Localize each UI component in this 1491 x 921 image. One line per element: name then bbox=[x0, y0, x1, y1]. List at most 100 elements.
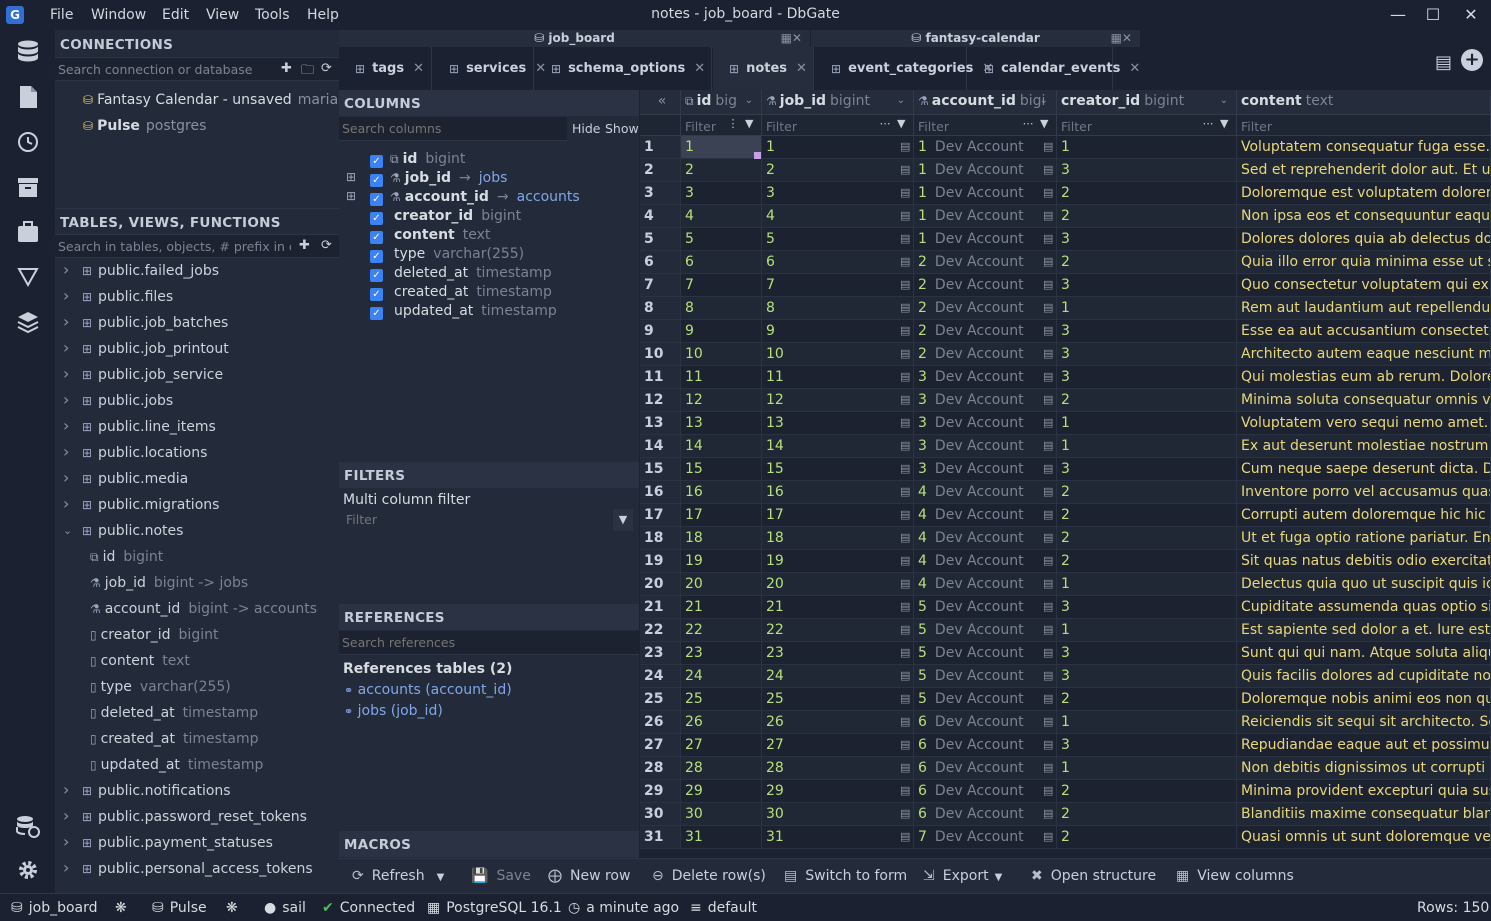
cell-job-id[interactable]: 11 ▤ bbox=[762, 366, 914, 389]
cell-creator-id[interactable]: 1 bbox=[1057, 757, 1237, 780]
lookup-icon[interactable]: ▤ bbox=[900, 669, 910, 682]
cell-content[interactable]: Ut et fuga optio ratione pariatur. Enim bbox=[1237, 527, 1491, 550]
add-tab-icon[interactable]: + bbox=[1461, 49, 1483, 71]
cell-job-id[interactable]: 9 ▤ bbox=[762, 320, 914, 343]
column-header-job-id[interactable]: ⚗ job_id bigint ⌄ bbox=[762, 90, 914, 114]
cell-id[interactable]: 2 bbox=[681, 159, 762, 182]
cell-account-id[interactable]: 2 Dev Account ▤ bbox=[914, 274, 1057, 297]
row-number[interactable]: 26 bbox=[640, 711, 681, 734]
tree-column-item[interactable]: ⚗ job_id bigint -> jobs bbox=[90, 575, 248, 601]
cell-account-id[interactable]: 1 Dev Account ▤ bbox=[914, 136, 1057, 159]
export-button[interactable]: ⇲ Export ▼ bbox=[923, 868, 1002, 884]
cell-content[interactable]: Inventore porro vel accusamus quas q bbox=[1237, 481, 1491, 504]
column-checkbox[interactable]: ✓ bbox=[370, 212, 383, 225]
row-number[interactable]: 9 bbox=[640, 320, 681, 343]
lookup-icon[interactable]: ▤ bbox=[1043, 370, 1053, 383]
column-checkbox[interactable]: ✓ bbox=[370, 174, 383, 187]
lookup-icon[interactable]: ▤ bbox=[1043, 669, 1053, 682]
table-tree-item[interactable]: › ⊞ public.password_reset_tokens bbox=[55, 805, 339, 831]
lookup-icon[interactable]: ▤ bbox=[900, 278, 910, 291]
filter-funnel-icon[interactable]: ▼ bbox=[613, 509, 633, 531]
menu-edit[interactable]: Edit bbox=[162, 7, 189, 23]
lookup-icon[interactable]: ▤ bbox=[1043, 715, 1053, 728]
lookup-icon[interactable]: ▤ bbox=[900, 370, 910, 383]
table-tree-item[interactable]: ⌄ ⊞ public.notes bbox=[55, 519, 339, 545]
cell-content[interactable]: Cupiditate assumenda quas optio sint bbox=[1237, 596, 1491, 619]
cell-account-id[interactable]: 6 Dev Account ▤ bbox=[914, 711, 1057, 734]
cell-account-id[interactable]: 5 Dev Account ▤ bbox=[914, 642, 1057, 665]
row-number[interactable]: 12 bbox=[640, 389, 681, 412]
cell-job-id[interactable]: 7 ▤ bbox=[762, 274, 914, 297]
plugins-icon[interactable] bbox=[15, 219, 41, 245]
cell-id[interactable]: 27 bbox=[681, 734, 762, 757]
cell-account-id[interactable]: 6 Dev Account ▤ bbox=[914, 803, 1057, 826]
archive-icon[interactable] bbox=[15, 174, 41, 200]
lookup-icon[interactable]: ▤ bbox=[900, 761, 910, 774]
database-icon[interactable] bbox=[15, 39, 41, 65]
lookup-icon[interactable]: ▤ bbox=[1043, 439, 1053, 452]
chevron-right-icon[interactable]: › bbox=[63, 494, 69, 513]
cell-content[interactable]: Doloremque nobis animi eos non quid bbox=[1237, 688, 1491, 711]
menu-help[interactable]: Help bbox=[307, 7, 339, 23]
layers-icon[interactable] bbox=[15, 309, 41, 335]
column-header-content[interactable]: content text bbox=[1237, 90, 1491, 114]
tree-column-item[interactable]: ▯ created_at timestamp bbox=[90, 731, 259, 757]
row-number[interactable]: 13 bbox=[640, 412, 681, 435]
lookup-icon[interactable]: ▤ bbox=[1043, 278, 1053, 291]
cell-creator-id[interactable]: 1 bbox=[1057, 412, 1237, 435]
references-search-input[interactable] bbox=[339, 631, 619, 653]
lookup-icon[interactable]: ▤ bbox=[1043, 508, 1053, 521]
cell-content[interactable]: Non ipsa eos et consequuntur eaque v bbox=[1237, 205, 1491, 228]
column-checkbox[interactable]: ✓ bbox=[370, 269, 383, 282]
cell-job-id[interactable]: 6 ▤ bbox=[762, 251, 914, 274]
status-database[interactable]: ⛁ job_board bbox=[11, 900, 98, 916]
column-reference[interactable]: jobs bbox=[479, 170, 508, 186]
tab-tags[interactable]: ⊞ tags ✕ bbox=[339, 47, 432, 90]
cell-job-id[interactable]: 30 ▤ bbox=[762, 803, 914, 826]
cell-creator-id[interactable]: 2 bbox=[1057, 826, 1237, 849]
lookup-icon[interactable]: ▤ bbox=[900, 577, 910, 590]
cell-job-id[interactable]: 31 ▤ bbox=[762, 826, 914, 849]
cell-job-id[interactable]: 5 ▤ bbox=[762, 228, 914, 251]
cell-creator-id[interactable]: 3 bbox=[1057, 596, 1237, 619]
cell-id[interactable]: 22 bbox=[681, 619, 762, 642]
refresh-connections-icon[interactable]: ⟳ bbox=[321, 61, 332, 76]
column-row[interactable]: ✓ ⚗ job_id → jobs bbox=[370, 170, 507, 189]
chevron-down-icon[interactable]: ⌄ bbox=[1040, 95, 1048, 106]
column-reference[interactable]: accounts bbox=[517, 189, 580, 205]
view-columns-button[interactable]: ▦ View columns bbox=[1176, 868, 1294, 884]
cell-account-id[interactable]: 6 Dev Account ▤ bbox=[914, 734, 1057, 757]
tab-schema-options[interactable]: ⊞ schema_options ✕ bbox=[535, 47, 712, 90]
cell-id[interactable]: 15 bbox=[681, 458, 762, 481]
reference-link-accounts[interactable]: ⚭ accounts (account_id) bbox=[344, 682, 512, 698]
cell-account-id[interactable]: 4 Dev Account ▤ bbox=[914, 550, 1057, 573]
lookup-icon[interactable]: ▤ bbox=[900, 692, 910, 705]
chevron-down-icon[interactable]: ⌄ bbox=[1220, 95, 1228, 106]
lookup-icon[interactable]: ▤ bbox=[900, 439, 910, 452]
cell-creator-id[interactable]: 3 bbox=[1057, 734, 1237, 757]
row-number[interactable]: 15 bbox=[640, 458, 681, 481]
cell-job-id[interactable]: 2 ▤ bbox=[762, 159, 914, 182]
lookup-icon[interactable]: ▤ bbox=[1043, 600, 1053, 613]
table-tree-item[interactable]: › ⊞ public.files bbox=[55, 285, 339, 311]
column-row[interactable]: ✓ ⧉ id bigint bbox=[370, 151, 465, 170]
chevron-right-icon[interactable]: › bbox=[63, 338, 69, 357]
cell-account-id[interactable]: 1 Dev Account ▤ bbox=[914, 159, 1057, 182]
cell-content[interactable]: Voluptatem vero sequi nemo amet. Ea bbox=[1237, 412, 1491, 435]
cell-account-id[interactable]: 4 Dev Account ▤ bbox=[914, 527, 1057, 550]
cell-job-id[interactable]: 20 ▤ bbox=[762, 573, 914, 596]
status-connection[interactable]: ⛁ Pulse bbox=[152, 900, 207, 916]
open-structure-button[interactable]: ✖ Open structure bbox=[1031, 868, 1156, 884]
cell-id[interactable]: 13 bbox=[681, 412, 762, 435]
cell-creator-id[interactable]: 3 bbox=[1057, 228, 1237, 251]
minimize-button[interactable]: — bbox=[1383, 4, 1413, 26]
cell-content[interactable]: Dolores dolores quia ab delectus dolo bbox=[1237, 228, 1491, 251]
cell-content[interactable]: Cum neque saepe deserunt dicta. Dist bbox=[1237, 458, 1491, 481]
chevron-down-icon[interactable]: ⌄ bbox=[63, 524, 72, 537]
column-row[interactable]: ✓ ⚗ account_id → accounts bbox=[370, 189, 580, 208]
cell-content[interactable]: Quia illo error quia minima esse ut sap bbox=[1237, 251, 1491, 274]
table-tree-item[interactable]: › ⊞ public.jobs bbox=[55, 389, 339, 415]
lookup-icon[interactable]: ▤ bbox=[1043, 324, 1053, 337]
chevron-right-icon[interactable]: › bbox=[63, 442, 69, 461]
expand-icon[interactable]: ⊞ bbox=[346, 170, 356, 184]
